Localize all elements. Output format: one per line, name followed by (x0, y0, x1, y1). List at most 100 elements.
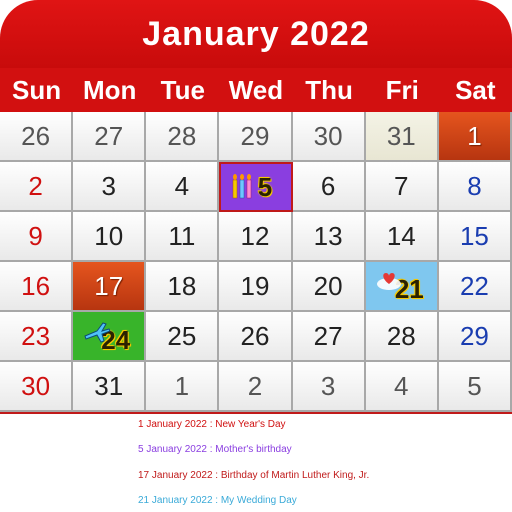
day-number: 28 (386, 320, 416, 351)
day-number: 5 (467, 370, 482, 401)
day-number: 3 (101, 170, 116, 201)
day-cell-today[interactable]: 31 (365, 112, 439, 162)
month-title[interactable]: January 2022 (0, 0, 512, 68)
day-cell[interactable]: 4 (146, 162, 220, 212)
weekday-sat: Sat (455, 74, 496, 105)
day-number: 22 (459, 270, 489, 301)
day-cell[interactable]: 26 (0, 112, 74, 162)
weekday-mon: Mon (82, 74, 137, 105)
heart-icon (376, 270, 402, 297)
day-number: 15 (459, 220, 489, 251)
weekday-tue: Tue (160, 74, 205, 105)
day-cell[interactable]: 1 (146, 362, 220, 412)
day-number: 12 (240, 220, 270, 251)
day-cell-birthday[interactable]: 5 (219, 162, 293, 212)
day-number: 19 (240, 270, 270, 301)
weekday-sun: Sun (12, 74, 62, 105)
day-cell[interactable]: 23 (0, 312, 74, 362)
day-number: 7 (394, 170, 409, 201)
day-cell[interactable]: 16 (0, 262, 74, 312)
day-cell-wedding[interactable]: 21 (365, 262, 439, 312)
calendar-app: January 2022 Sun Mon Tue Wed Thu Fri Sat… (0, 0, 512, 512)
day-cell[interactable]: 18 (146, 262, 220, 312)
airplane-icon (83, 320, 111, 349)
day-number: 8 (467, 170, 482, 201)
day-cell[interactable]: 4 (365, 362, 439, 412)
weekday-thu: Thu (305, 74, 353, 105)
day-cell[interactable]: 10 (73, 212, 147, 262)
day-number: 18 (167, 270, 197, 301)
day-cell[interactable]: 27 (73, 112, 147, 162)
day-number: 10 (94, 220, 124, 251)
day-number: 26 (21, 120, 51, 151)
candles-icon (231, 172, 255, 205)
event-item[interactable]: 17 January 2022 : Birthday of Martin Lut… (138, 470, 369, 481)
day-cell[interactable]: 20 (292, 262, 366, 312)
day-number: 3 (320, 370, 336, 401)
day-number: 9 (28, 220, 43, 251)
day-number: 23 (21, 320, 51, 351)
day-cell[interactable]: 28 (365, 312, 439, 362)
day-cell[interactable]: 29 (219, 112, 293, 162)
day-number: 11 (168, 220, 196, 251)
day-cell[interactable]: 3 (73, 162, 147, 212)
day-number: 2 (247, 370, 263, 401)
day-number: 30 (21, 370, 51, 401)
day-cell[interactable]: 19 (219, 262, 293, 312)
day-cell[interactable]: 2 (219, 362, 293, 412)
day-cell[interactable]: 26 (219, 312, 293, 362)
day-cell[interactable]: 27 (292, 312, 366, 362)
day-number: 13 (313, 220, 343, 251)
day-cell[interactable]: 8 (438, 162, 512, 212)
day-cell-holiday[interactable]: 1 (438, 112, 512, 162)
day-cell[interactable]: 28 (146, 112, 220, 162)
day-number: 5 (257, 171, 273, 202)
day-cell[interactable]: 5 (438, 362, 512, 412)
day-number: 1 (174, 370, 190, 401)
day-cell[interactable]: 15 (438, 212, 512, 262)
day-cell[interactable]: 9 (0, 212, 74, 262)
day-grid: 26 27 28 29 30 31 1 2 3 4 5 6 7 8 9 10 1… (0, 112, 512, 412)
weekday-header: Sun Mon Tue Wed Thu Fri Sat (0, 68, 512, 112)
day-number: 6 (320, 170, 336, 201)
day-number: 4 (174, 170, 190, 201)
day-cell[interactable]: 29 (438, 312, 512, 362)
day-number: 25 (167, 320, 197, 351)
day-number: 27 (94, 120, 124, 151)
day-number: 1 (467, 120, 482, 151)
day-cell-holiday[interactable]: 17 (73, 262, 147, 312)
day-number: 27 (313, 320, 343, 351)
day-cell-travel[interactable]: 24 (73, 312, 147, 362)
day-number: 28 (167, 120, 197, 151)
day-cell[interactable]: 14 (365, 212, 439, 262)
day-number: 31 (94, 370, 124, 401)
weekday-fri: Fri (385, 74, 419, 105)
day-number: 16 (21, 270, 51, 301)
day-number: 29 (240, 120, 270, 151)
day-cell[interactable]: 30 (0, 362, 74, 412)
day-cell[interactable]: 2 (0, 162, 74, 212)
day-cell[interactable]: 11 (146, 212, 220, 262)
day-number: 4 (394, 370, 409, 401)
day-number: 14 (386, 220, 416, 251)
event-item[interactable]: 21 January 2022 : My Wedding Day (138, 495, 297, 506)
day-cell[interactable]: 12 (219, 212, 293, 262)
day-number: 30 (313, 120, 343, 151)
day-cell[interactable]: 22 (438, 262, 512, 312)
event-item[interactable]: 1 January 2022 : New Year's Day (138, 419, 286, 430)
day-cell[interactable]: 13 (292, 212, 366, 262)
day-cell[interactable]: 30 (292, 112, 366, 162)
day-cell[interactable]: 7 (365, 162, 439, 212)
day-number: 31 (386, 120, 416, 151)
event-list: 1 January 2022 : New Year's Day 5 Januar… (0, 412, 512, 512)
day-number: 29 (459, 320, 489, 351)
day-number: 2 (28, 170, 43, 201)
day-cell[interactable]: 25 (146, 312, 220, 362)
day-number: 26 (240, 320, 270, 351)
day-cell[interactable]: 6 (292, 162, 366, 212)
day-number: 17 (94, 270, 124, 301)
event-item[interactable]: 5 January 2022 : Mother's birthday (138, 444, 292, 455)
day-cell[interactable]: 31 (73, 362, 147, 412)
weekday-wed: Wed (228, 74, 284, 105)
day-cell[interactable]: 3 (292, 362, 366, 412)
